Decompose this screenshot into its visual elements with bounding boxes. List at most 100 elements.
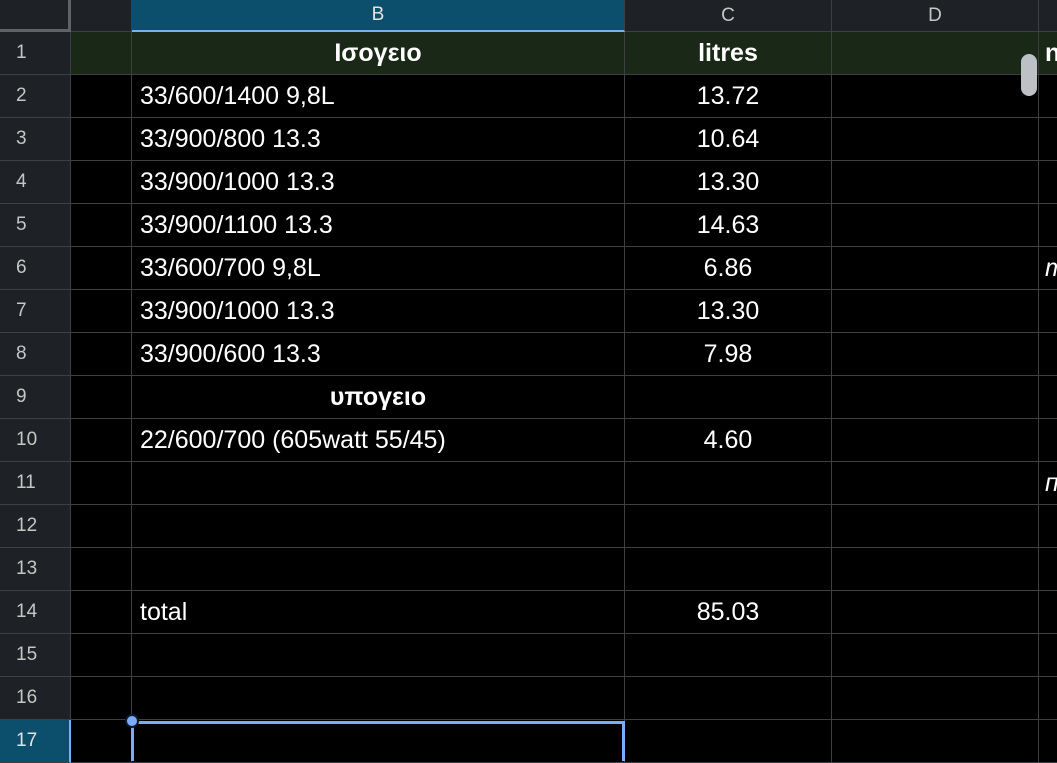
cell-d[interactable]	[832, 290, 1039, 333]
column-header-d[interactable]: D	[832, 0, 1039, 32]
cell-c[interactable]	[625, 677, 832, 720]
cell-a[interactable]	[71, 118, 132, 161]
row-header[interactable]: 6	[0, 247, 71, 290]
row-header[interactable]: 17	[0, 720, 71, 763]
cell-d[interactable]	[832, 333, 1039, 376]
cell-b[interactable]	[132, 634, 625, 677]
cell-b[interactable]: 33/900/1000 13.3	[132, 290, 625, 333]
select-all-corner[interactable]	[0, 0, 71, 32]
cell-b[interactable]	[132, 462, 625, 505]
cell-e[interactable]	[1039, 634, 1057, 677]
cell-d[interactable]	[832, 720, 1039, 763]
cell-b[interactable]: 33/600/1400 9,8L	[132, 75, 625, 118]
column-header-a[interactable]	[71, 0, 132, 32]
row-header[interactable]: 10	[0, 419, 71, 462]
cell-d[interactable]	[832, 462, 1039, 505]
row-header[interactable]: 8	[0, 333, 71, 376]
cell-e[interactable]	[1039, 591, 1057, 634]
cell-e[interactable]	[1039, 118, 1057, 161]
cell-a[interactable]	[71, 333, 132, 376]
cell-c[interactable]	[625, 505, 832, 548]
cell-d[interactable]	[832, 505, 1039, 548]
cell-d[interactable]	[832, 548, 1039, 591]
cell-c[interactable]: 14.63	[625, 204, 832, 247]
cell-e[interactable]	[1039, 419, 1057, 462]
cell-e[interactable]	[1039, 161, 1057, 204]
row-header[interactable]: 4	[0, 161, 71, 204]
cell-d[interactable]	[832, 75, 1039, 118]
cell-a[interactable]	[71, 75, 132, 118]
cell-a[interactable]	[71, 419, 132, 462]
cell-a[interactable]	[71, 247, 132, 290]
cell-a[interactable]	[71, 32, 132, 75]
cell-c[interactable]: 7.98	[625, 333, 832, 376]
cell-c[interactable]: 85.03	[625, 591, 832, 634]
cell-a[interactable]	[71, 634, 132, 677]
cell-b[interactable]: 33/900/800 13.3	[132, 118, 625, 161]
row-header[interactable]: 15	[0, 634, 71, 677]
cell-a[interactable]	[71, 376, 132, 419]
cell-c[interactable]: 4.60	[625, 419, 832, 462]
cell-c[interactable]	[625, 634, 832, 677]
row-header[interactable]: 9	[0, 376, 71, 419]
cell-c[interactable]	[625, 462, 832, 505]
cell-e[interactable]	[1039, 677, 1057, 720]
cell-b[interactable]: 33/900/1000 13.3	[132, 161, 625, 204]
cell-b[interactable]: 33/600/700 9,8L	[132, 247, 625, 290]
cell-e[interactable]: т	[1039, 247, 1057, 290]
cell-a[interactable]	[71, 505, 132, 548]
cell-e[interactable]	[1039, 505, 1057, 548]
cell-e[interactable]	[1039, 720, 1057, 763]
cell-c[interactable]: 6.86	[625, 247, 832, 290]
cell-d[interactable]	[832, 32, 1039, 75]
selected-cell-b17[interactable]	[131, 721, 625, 761]
cell-d[interactable]	[832, 204, 1039, 247]
cell-b[interactable]	[132, 505, 625, 548]
cell-d[interactable]	[832, 677, 1039, 720]
column-header-b[interactable]: B	[132, 0, 625, 32]
cell-a[interactable]	[71, 204, 132, 247]
column-header-c[interactable]: C	[625, 0, 832, 32]
cell-e[interactable]	[1039, 75, 1057, 118]
cell-e[interactable]: n	[1039, 32, 1057, 75]
cell-e[interactable]	[1039, 290, 1057, 333]
column-header-e[interactable]	[1039, 0, 1057, 32]
cell-d[interactable]	[832, 247, 1039, 290]
cell-c[interactable]: 10.64	[625, 118, 832, 161]
row-header[interactable]: 14	[0, 591, 71, 634]
cell-e[interactable]: п	[1039, 462, 1057, 505]
cell-b[interactable]: 33/900/600 13.3	[132, 333, 625, 376]
cell-d[interactable]	[832, 161, 1039, 204]
cell-c[interactable]	[625, 720, 832, 763]
cell-b[interactable]: 33/900/1100 13.3	[132, 204, 625, 247]
cell-d[interactable]	[832, 591, 1039, 634]
cell-d[interactable]	[832, 419, 1039, 462]
cell-b[interactable]: Ισογειο	[132, 32, 625, 75]
cell-b[interactable]: total	[132, 591, 625, 634]
cell-e[interactable]	[1039, 548, 1057, 591]
cell-b[interactable]	[132, 548, 625, 591]
row-header[interactable]: 1	[0, 32, 71, 75]
cell-e[interactable]	[1039, 204, 1057, 247]
cell-e[interactable]	[1039, 333, 1057, 376]
cell-c[interactable]	[625, 376, 832, 419]
cell-d[interactable]	[832, 376, 1039, 419]
cell-c[interactable]: 13.30	[625, 161, 832, 204]
cell-c[interactable]	[625, 548, 832, 591]
row-header[interactable]: 3	[0, 118, 71, 161]
row-header[interactable]: 7	[0, 290, 71, 333]
cell-c[interactable]: 13.72	[625, 75, 832, 118]
cell-c[interactable]: 13.30	[625, 290, 832, 333]
row-header[interactable]: 16	[0, 677, 71, 720]
vertical-scrollbar-thumb[interactable]	[1021, 54, 1037, 96]
row-header[interactable]: 12	[0, 505, 71, 548]
selection-fill-handle[interactable]	[125, 714, 139, 728]
cell-a[interactable]	[71, 548, 132, 591]
row-header[interactable]: 5	[0, 204, 71, 247]
cell-a[interactable]	[71, 290, 132, 333]
cell-b[interactable]: υπογειο	[132, 376, 625, 419]
cell-a[interactable]	[71, 161, 132, 204]
cell-b[interactable]	[132, 677, 625, 720]
cell-c[interactable]: litres	[625, 32, 832, 75]
cell-a[interactable]	[71, 677, 132, 720]
